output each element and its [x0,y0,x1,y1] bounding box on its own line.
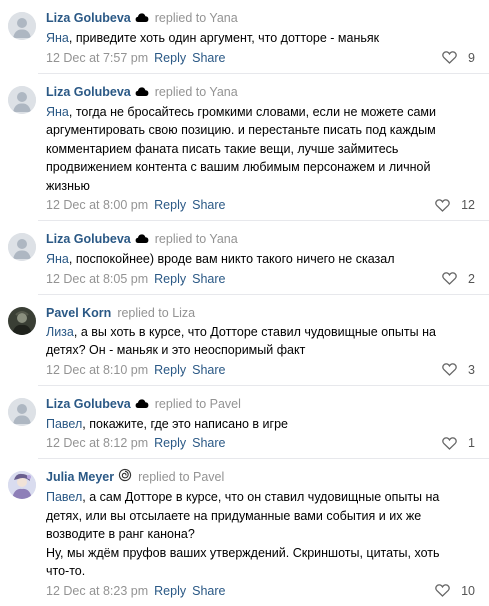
replied-to-link[interactable]: replied to Liza [117,306,195,320]
reply-button[interactable]: Reply [154,272,186,286]
comment-header: Liza Golubeva replied to Yana [46,83,481,102]
comment: Liza Golubeva replied to Yana Яна, поспоко… [0,221,489,294]
comment-header: Liza Golubeva replied to Yana [46,9,481,28]
timestamp[interactable]: 12 Dec at 8:00 pm [46,198,148,212]
comment-text: Яна, поспокойнее) вроде вам никто такого… [46,250,481,269]
timestamp[interactable]: 12 Dec at 8:23 pm [46,584,148,598]
heart-icon [442,436,457,450]
comment-thread: Liza Golubeva replied to Yana Яна, приведи… [0,0,489,606]
comment-header: Liza Golubeva replied to Pavel [46,395,481,414]
comment-body: , а вы хоть в курсе, что Дотторе ставил … [46,324,436,358]
reply-button[interactable]: Reply [154,363,186,377]
comment-body: , поспокойнее) вроде вам никто такого ни… [68,252,395,266]
cloud-icon [135,84,149,102]
like-count: 3 [468,362,475,377]
cloud-icon [135,231,149,249]
comment-header: Liza Golubeva replied to Yana [46,230,481,249]
comment-header: Julia Meyer replied to Pavel [46,468,481,487]
share-button[interactable]: Share [192,198,225,212]
comment-body: , приведите хоть один аргумент, что дотт… [68,31,380,45]
avatar[interactable] [8,306,36,335]
like-button[interactable]: 12 [435,196,481,214]
cloud-icon [135,10,149,28]
comment-text: Лиза, а вы хоть в курсе, что Дотторе ста… [46,323,481,360]
like-count: 12 [461,198,475,212]
share-button[interactable]: Share [192,363,225,377]
share-button[interactable]: Share [192,272,225,286]
comment-meta: 12 Dec at 8:23 pm Reply Share 10 [46,582,481,606]
like-button[interactable]: 9 [442,49,481,67]
cloud-icon [135,396,149,414]
replied-to-link[interactable]: replied to Yana [155,85,238,99]
author-name[interactable]: Liza Golubeva [46,232,131,246]
heart-icon [442,363,457,376]
timestamp[interactable]: 12 Dec at 8:12 pm [46,436,148,450]
avatar[interactable] [8,85,36,114]
swirl-icon [118,468,132,487]
comment-text: Павел, а сам Дотторе в курсе, что он ста… [46,488,481,581]
like-button[interactable]: 2 [442,270,481,288]
mention-link[interactable]: Яна [46,252,69,266]
reply-button[interactable]: Reply [154,51,186,65]
comment: Julia Meyer replied to Pavel Павел, а сам … [0,459,489,606]
mention-link[interactable]: Яна [46,105,69,119]
reply-button[interactable]: Reply [154,198,186,212]
reply-button[interactable]: Reply [154,584,186,598]
author-name[interactable]: Liza Golubeva [46,85,131,99]
comment-header: Pavel Korn replied to Liza [46,304,481,322]
heart-icon [442,51,457,64]
comment-meta: 12 Dec at 8:05 pm Reply Share 2 [46,270,481,294]
share-button[interactable]: Share [192,436,225,450]
like-count: 9 [468,50,475,65]
avatar[interactable] [8,12,36,40]
comment-body: , тогда не бросайтесь громкими словами, … [46,104,436,193]
replied-to-link[interactable]: replied to Yana [155,11,238,25]
timestamp[interactable]: 12 Dec at 8:10 pm [46,363,148,377]
mention-link[interactable]: Яна [46,31,69,45]
comment: Liza Golubeva replied to Yana Яна, тогда н… [0,74,489,221]
comment-body: , а сам Дотторе в курсе, что он ставил ч… [46,490,440,578]
comment-text: Павел, покажите, где это написано в игре [46,415,481,434]
comment-body: , покажите, где это написано в игре [82,416,288,431]
replied-to-link[interactable]: replied to Yana [155,232,238,246]
like-button[interactable]: 1 [442,434,481,452]
heart-icon [435,198,450,212]
comment-meta: 12 Dec at 8:12 pm Reply Share 1 [46,434,481,458]
avatar[interactable] [8,471,36,499]
author-name[interactable]: Liza Golubeva [46,11,131,25]
share-button[interactable]: Share [192,51,225,65]
timestamp[interactable]: 12 Dec at 8:05 pm [46,272,148,286]
heart-icon [435,584,450,597]
timestamp[interactable]: 12 Dec at 7:57 pm [46,51,148,65]
mention-link[interactable]: Павел [46,417,82,431]
comment-meta: 12 Dec at 8:00 pm Reply Share 12 [46,196,481,220]
author-name[interactable]: Liza Golubeva [46,397,131,411]
avatar[interactable] [8,233,36,261]
comment-meta: 12 Dec at 7:57 pm Reply Share 9 [46,49,481,73]
mention-link[interactable]: Лиза [46,325,74,339]
share-button[interactable]: Share [192,584,225,598]
comment-text: Яна, тогда не бросайтесь громкими словам… [46,103,481,196]
author-name[interactable]: Pavel Korn [46,306,111,320]
comment: Liza Golubeva replied to Yana Яна, приведи… [0,0,489,73]
heart-icon [442,272,457,285]
like-count: 2 [468,271,475,286]
like-count: 10 [461,583,475,598]
replied-to-link[interactable]: replied to Pavel [138,470,224,484]
like-count: 1 [468,436,475,450]
like-button[interactable]: 10 [435,582,481,600]
comment: Liza Golubeva replied to Pavel Павел, пока… [0,386,489,459]
reply-button[interactable]: Reply [154,436,186,450]
avatar[interactable] [8,397,36,426]
comment-meta: 12 Dec at 8:10 pm Reply Share 3 [46,361,481,385]
mention-link[interactable]: Павел [46,490,82,504]
comment-text: Яна, приведите хоть один аргумент, что д… [46,29,481,48]
author-name[interactable]: Julia Meyer [46,470,114,484]
like-button[interactable]: 3 [442,361,481,379]
replied-to-link[interactable]: replied to Pavel [155,397,241,411]
comment: Pavel Korn replied to Liza Лиза, а вы хоть… [0,295,489,385]
